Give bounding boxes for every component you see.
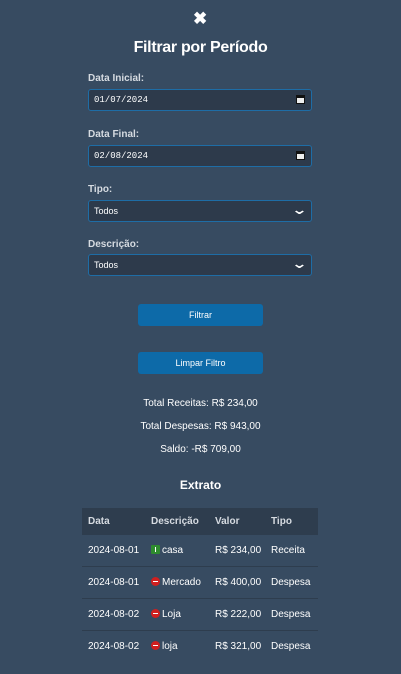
table-row: 2024-08-02 loja R$ 321,00 Despesa <box>82 630 318 662</box>
row-type: Despesa <box>265 566 318 599</box>
total-income: Total Receitas: R$ 234,00 <box>143 398 258 409</box>
column-header: Valor <box>209 508 265 535</box>
row-description: loja <box>145 630 209 662</box>
column-header: Data <box>82 508 145 535</box>
income-icon <box>151 545 160 554</box>
description-select[interactable]: Todos ⌄ <box>88 254 312 276</box>
modal-title: Filtrar por Período <box>133 39 268 56</box>
row-description-text: casa <box>162 545 184 556</box>
row-type-text: Receita <box>271 544 305 556</box>
row-description: casa <box>145 534 209 567</box>
table-header-row: Data Descrição Valor Tipo <box>82 508 318 535</box>
column-header: Tipo <box>265 508 318 535</box>
description-select-value: Todos <box>94 260 119 270</box>
close-icon[interactable]: ✖ <box>193 10 207 28</box>
chevron-down-icon: ⌄ <box>291 257 308 272</box>
description-label: Descrição: <box>88 239 140 250</box>
table-row: 2024-08-01 Mercado R$ 400,00 Despesa <box>82 566 318 599</box>
row-type-text: Despesa <box>271 608 311 620</box>
row-description: Loja <box>145 598 209 631</box>
row-type: Receita <box>265 534 318 567</box>
row-value: R$ 222,00 <box>209 598 265 631</box>
end-date-input[interactable]: 02/08/2024 <box>88 145 312 167</box>
expense-icon <box>151 609 160 618</box>
statement-table: Data Descrição Valor Tipo 2024-08-01 cas… <box>82 508 318 662</box>
row-description-text: Mercado <box>162 577 201 588</box>
row-date: 2024-08-01 <box>82 566 145 599</box>
type-select-value: Todos <box>94 206 119 216</box>
calendar-icon[interactable] <box>296 151 305 160</box>
row-description-text: loja <box>162 641 178 652</box>
row-type-text: Despesa <box>271 640 311 652</box>
table-row: 2024-08-01 casa R$ 234,00 Receita <box>82 534 318 567</box>
row-type: Despesa <box>265 598 318 631</box>
table-row: 2024-08-02 Loja R$ 222,00 Despesa <box>82 598 318 631</box>
row-value: R$ 400,00 <box>209 566 265 599</box>
start-date-input[interactable]: 01/07/2024 <box>88 89 312 111</box>
type-label: Tipo: <box>88 184 113 195</box>
row-description-text: Loja <box>162 609 181 620</box>
type-select[interactable]: Todos ⌄ <box>88 200 312 222</box>
chevron-down-icon: ⌄ <box>291 203 308 218</box>
expense-icon <box>151 577 160 586</box>
clear-filter-button[interactable]: Limpar Filtro <box>138 352 263 374</box>
row-description: Mercado <box>145 566 209 599</box>
total-expenses: Total Despesas: R$ 943,00 <box>140 421 261 432</box>
start-date-label: Data Inicial: <box>88 73 145 84</box>
filter-button[interactable]: Filtrar <box>138 304 263 326</box>
row-date: 2024-08-02 <box>82 630 145 662</box>
row-value: R$ 321,00 <box>209 630 265 662</box>
balance: Saldo: -R$ 709,00 <box>160 444 241 455</box>
row-date: 2024-08-01 <box>82 534 145 567</box>
end-date-value: 02/08/2024 <box>94 151 149 161</box>
row-date: 2024-08-02 <box>82 598 145 631</box>
filter-modal: ✖ Filtrar por Período Data Inicial: 01/0… <box>0 0 401 674</box>
row-type: Despesa <box>265 630 318 662</box>
row-type-text: Despesa <box>271 576 311 588</box>
end-date-label: Data Final: <box>88 129 140 140</box>
column-header: Descrição <box>145 508 209 535</box>
start-date-value: 01/07/2024 <box>94 95 149 105</box>
expense-icon <box>151 641 160 650</box>
calendar-icon[interactable] <box>296 95 305 104</box>
statement-title: Extrato <box>179 478 222 492</box>
row-value: R$ 234,00 <box>209 534 265 567</box>
